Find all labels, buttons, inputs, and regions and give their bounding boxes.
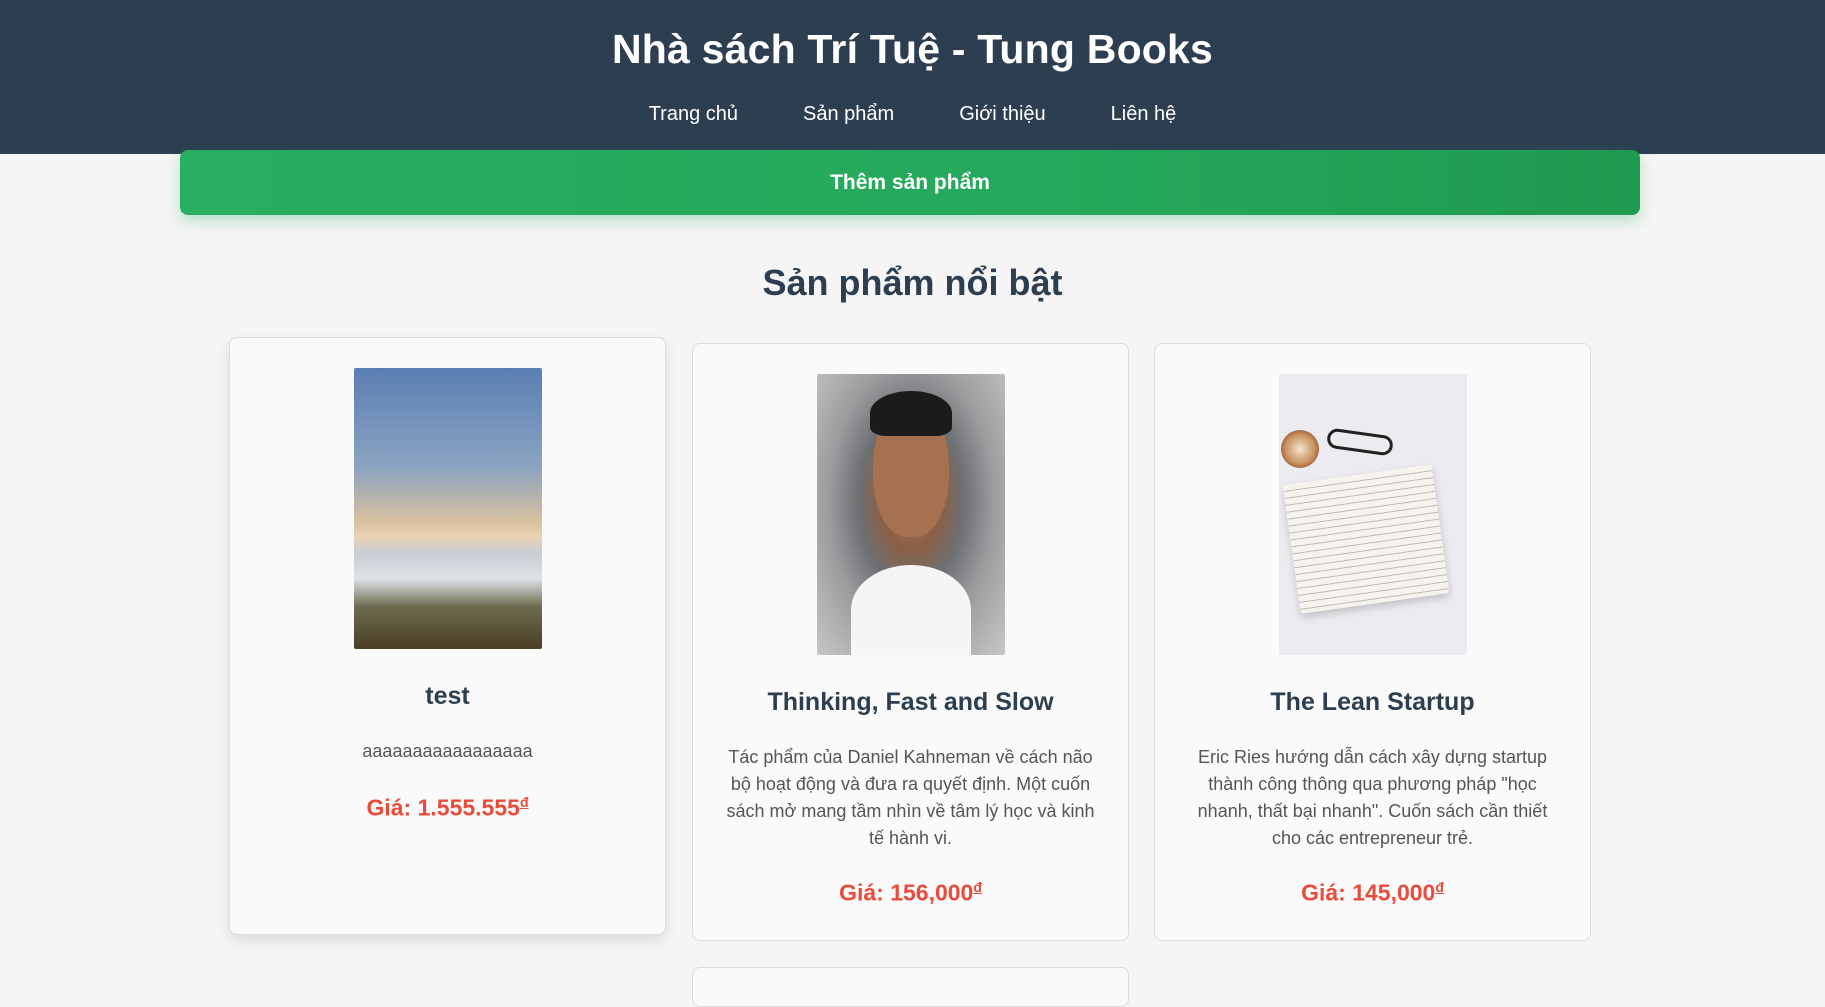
product-description: Eric Ries hướng dẫn cách xây dựng startu… bbox=[1197, 747, 1548, 848]
currency-symbol: đ bbox=[519, 794, 529, 810]
nav-item-products[interactable]: Sản phẩm bbox=[803, 103, 894, 126]
product-image[interactable] bbox=[1279, 374, 1467, 655]
product-title[interactable]: test bbox=[230, 682, 665, 711]
product-card[interactable]: Thinking, Fast and Slow Tác phẩm của Dan… bbox=[692, 343, 1129, 941]
price-label: Giá: 1.555.555 bbox=[366, 794, 520, 821]
site-title: Nhà sách Trí Tuệ - Tung Books bbox=[611, 26, 1214, 72]
product-title[interactable]: Thinking, Fast and Slow bbox=[693, 688, 1128, 717]
product-price: Giá: 156,000đ bbox=[693, 879, 1128, 907]
product-price: Giá: 145,000đ bbox=[1155, 879, 1590, 907]
product-image[interactable] bbox=[817, 374, 1005, 655]
product-description: Tác phẩm của Daniel Kahneman về cách não… bbox=[726, 747, 1095, 848]
image-detail bbox=[1281, 430, 1319, 468]
nav-item-contact[interactable]: Liên hệ bbox=[1111, 103, 1177, 126]
site-header: Nhà sách Trí Tuệ - Tung Books Trang chủ … bbox=[0, 0, 1825, 154]
image-detail bbox=[1282, 464, 1450, 614]
product-description: aaaaaaaaaaaaaaaaa bbox=[362, 741, 533, 761]
nav-item-about[interactable]: Giới thiệu bbox=[959, 103, 1045, 126]
nav-item-home[interactable]: Trang chủ bbox=[649, 103, 738, 126]
price-label: Giá: 145,000 bbox=[1301, 879, 1436, 906]
product-card[interactable]: test aaaaaaaaaaaaaaaaa Giá: 1.555.555đ bbox=[229, 337, 666, 935]
product-price: Giá: 1.555.555đ bbox=[230, 794, 665, 822]
section-title: Sản phẩm nổi bật bbox=[762, 262, 1063, 303]
currency-symbol: đ bbox=[973, 879, 982, 895]
price-label: Giá: 156,000 bbox=[839, 879, 974, 906]
image-detail bbox=[869, 390, 953, 436]
currency-symbol: đ bbox=[1435, 879, 1444, 895]
add-product-button[interactable]: Thêm sản phẩm bbox=[180, 150, 1640, 215]
product-image[interactable] bbox=[354, 368, 542, 649]
main-nav: Trang chủ Sản phẩm Giới thiệu Liên hệ bbox=[0, 103, 1825, 126]
product-card[interactable]: The Lean Startup Eric Ries hướng dẫn các… bbox=[1154, 343, 1591, 941]
image-detail bbox=[850, 565, 972, 655]
image-detail bbox=[1325, 427, 1395, 457]
product-card-partial[interactable] bbox=[692, 967, 1129, 1007]
product-title[interactable]: The Lean Startup bbox=[1155, 688, 1590, 717]
